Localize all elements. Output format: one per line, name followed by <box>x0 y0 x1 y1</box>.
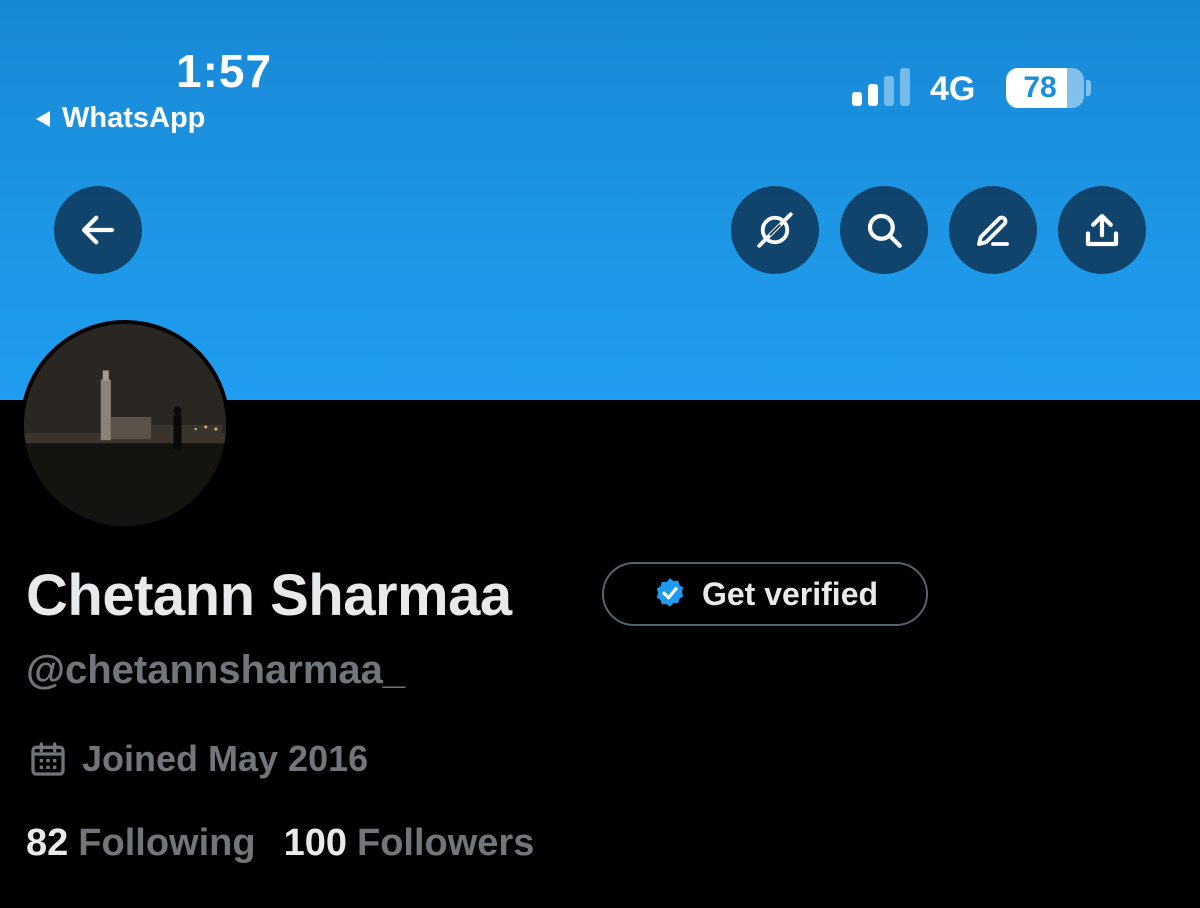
verified-badge-icon <box>656 578 684 607</box>
following-label: Following <box>78 822 256 864</box>
get-verified-button[interactable]: Get verified <box>602 562 928 626</box>
joined-date: Joined May 2016 <box>28 738 368 780</box>
arrow-left-icon <box>81 215 115 245</box>
followers-label: Followers <box>356 822 535 864</box>
back-app-label: WhatsApp <box>62 102 206 134</box>
network-type: 4G <box>930 70 976 108</box>
battery-terminal <box>1086 80 1091 96</box>
search-icon <box>867 213 902 248</box>
follow-stats: 82 Following 100 Followers <box>26 822 534 865</box>
profile-name: Chetann Sharmaa <box>26 563 512 628</box>
following-link[interactable]: 82 Following <box>26 822 256 865</box>
edit-icon <box>977 215 1009 246</box>
edit-button[interactable] <box>949 186 1037 274</box>
followers-link[interactable]: 100 Followers <box>284 822 535 865</box>
profile-handle: @chetannsharmaa_ <box>26 648 406 692</box>
avatar-photo <box>24 324 226 526</box>
grok-button[interactable] <box>731 186 819 274</box>
search-button[interactable] <box>840 186 928 274</box>
status-time: 1:57 <box>176 45 273 97</box>
battery-icon: 78 <box>1006 68 1084 108</box>
grok-icon <box>757 212 793 248</box>
following-count: 82 <box>26 822 69 864</box>
joined-label: Joined May 2016 <box>82 738 369 779</box>
avatar-night-scene <box>24 324 226 526</box>
calendar-icon <box>31 742 65 776</box>
battery-percent: 78 <box>1023 71 1057 104</box>
share-button[interactable] <box>1058 186 1146 274</box>
back-to-app-link[interactable]: WhatsApp <box>36 102 205 135</box>
back-triangle-icon <box>36 110 50 127</box>
avatar[interactable] <box>20 320 230 530</box>
get-verified-label: Get verified <box>701 575 879 612</box>
share-icon <box>1085 213 1119 247</box>
back-button[interactable] <box>54 186 142 274</box>
followers-count: 100 <box>283 822 347 864</box>
signal-strength-icon <box>852 68 914 106</box>
